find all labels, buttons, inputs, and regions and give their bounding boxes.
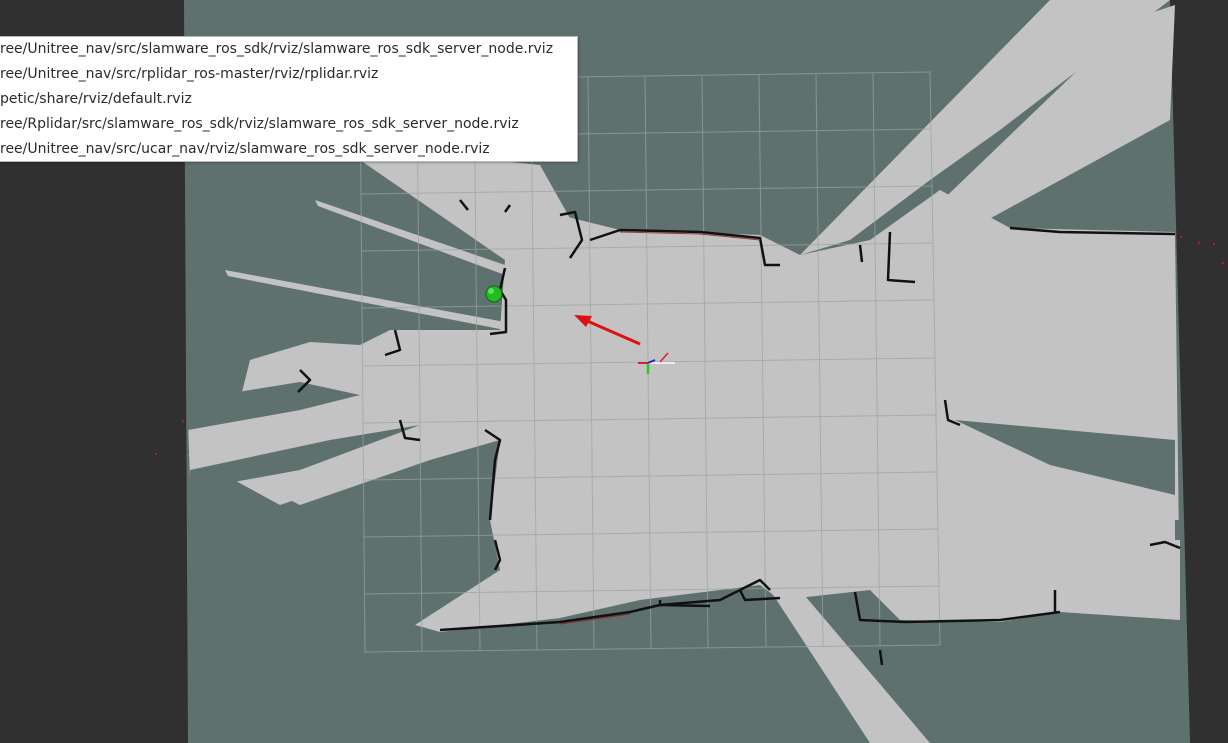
recent-config-item[interactable]: ree/Rplidar/src/slamware_ros_sdk/rviz/sl… (0, 112, 577, 137)
goal-marker-icon (485, 285, 503, 303)
recent-config-item[interactable]: ree/Unitree_nav/src/slamware_ros_sdk/rvi… (0, 37, 577, 62)
rviz-3d-view[interactable]: ree/Unitree_nav/src/slamware_ros_sdk/rvi… (0, 0, 1228, 743)
recent-configs-dropdown: ree/Unitree_nav/src/slamware_ros_sdk/rvi… (0, 36, 578, 162)
recent-config-item[interactable]: petic/share/rviz/default.rviz (0, 87, 577, 112)
recent-config-item[interactable]: ree/Unitree_nav/src/rplidar_ros-master/r… (0, 62, 577, 87)
recent-config-item[interactable]: ree/Unitree_nav/src/ucar_nav/rviz/slamwa… (0, 137, 577, 161)
